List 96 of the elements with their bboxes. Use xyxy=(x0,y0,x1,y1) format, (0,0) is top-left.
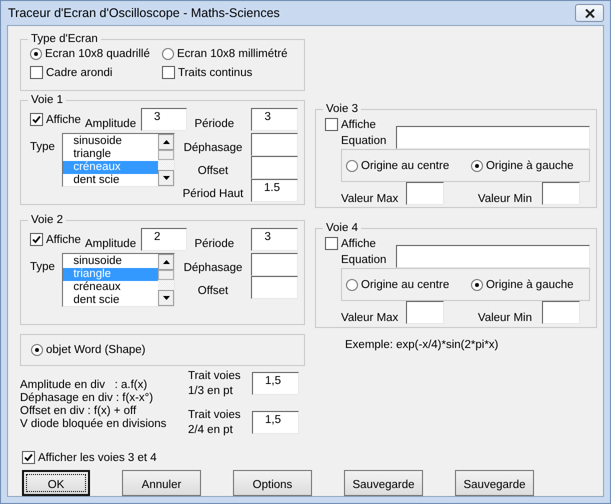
text-field[interactable] xyxy=(251,156,298,179)
field-label: Type xyxy=(30,261,56,273)
field-label: Périod Haut xyxy=(182,188,244,200)
radio-label: Ecran 10x8 millimétré xyxy=(177,48,288,60)
list-item[interactable]: sinusoide xyxy=(63,255,158,268)
help-text: Offset en div : f(x) + off xyxy=(20,405,138,418)
list-item[interactable]: sinusoide xyxy=(63,135,158,148)
checkbox[interactable] xyxy=(22,451,35,464)
scroll-down-icon[interactable] xyxy=(158,170,174,186)
dialog-button[interactable]: Sauvegarde xyxy=(344,470,423,496)
min-field[interactable] xyxy=(542,301,580,324)
scroll-up-icon[interactable] xyxy=(158,134,174,150)
group-title: Voie 2 xyxy=(30,214,64,226)
line-width-field[interactable]: 1,5 xyxy=(252,411,299,434)
help-text: Déphasage en div : f(x-x°) xyxy=(20,392,154,405)
close-icon xyxy=(584,8,594,18)
radio-button[interactable] xyxy=(30,48,42,60)
list-item[interactable]: dent scie xyxy=(63,174,158,187)
group-title: Voie 1 xyxy=(30,94,64,106)
scroll-up-icon[interactable] xyxy=(158,254,174,270)
checkbox[interactable] xyxy=(325,237,338,250)
checkbox[interactable] xyxy=(30,113,43,126)
equation-field[interactable] xyxy=(396,245,590,268)
field-label: Equation xyxy=(340,254,388,266)
radio-button[interactable] xyxy=(346,160,358,172)
type-list[interactable]: sinusoide triangle créneaux dent scie xyxy=(62,253,175,307)
field-label: Type xyxy=(30,141,56,153)
radio-label: Origine au centre xyxy=(361,278,450,290)
field-label: Déphasage xyxy=(182,142,244,154)
text-field[interactable]: 1.5 xyxy=(251,179,298,202)
radio-label: Origine à gauche xyxy=(486,278,574,290)
field-label: Valeur Min xyxy=(476,193,533,205)
field-label: Période xyxy=(194,238,236,250)
scroll-down-icon[interactable] xyxy=(158,290,174,306)
list-item[interactable]: triangle xyxy=(63,148,158,161)
line-width-field[interactable]: 1,5 xyxy=(252,372,299,395)
radio-button[interactable] xyxy=(470,160,483,172)
radio-label: Origine à gauche xyxy=(486,160,574,172)
checkbox-label: Affiche xyxy=(46,114,81,126)
field-label: Offset xyxy=(196,284,230,296)
field-label: Déphasage xyxy=(182,262,244,274)
dialog-button[interactable]: Annuler xyxy=(122,470,201,496)
field-label: Offset xyxy=(196,164,230,176)
radio-label: Origine au centre xyxy=(361,160,450,172)
amplitude-field[interactable]: 2 xyxy=(140,228,188,251)
scroll-thumb[interactable] xyxy=(158,150,174,160)
checkbox-label: Affiche xyxy=(46,234,81,246)
group-title: Type d'Ecran xyxy=(30,33,99,45)
list-item[interactable]: dent scie xyxy=(63,294,158,307)
field-label: Trait voies 2/4 en pt xyxy=(188,408,242,438)
field-label: Amplitude xyxy=(84,118,138,130)
type-list[interactable]: sinusoide triangle créneaux dent scie xyxy=(62,133,175,187)
close-button[interactable] xyxy=(575,4,604,22)
checkbox-label: Afficher les voies 3 et 4 xyxy=(38,452,157,464)
radio-button[interactable] xyxy=(470,278,483,290)
radio-label: objet Word (Shape) xyxy=(46,344,146,356)
field-label: Trait voies 1/3 en pt xyxy=(188,369,242,399)
checkbox[interactable] xyxy=(325,118,338,131)
radio-label: Ecran 10x8 quadrillé xyxy=(45,48,150,60)
field-label: Valeur Max xyxy=(340,312,400,324)
checkbox[interactable] xyxy=(30,233,43,246)
checkbox-label: Cadre arondi xyxy=(46,66,112,78)
help-text: V diode bloquée en divisions xyxy=(20,418,168,431)
radio-button[interactable] xyxy=(162,48,174,60)
amplitude-field[interactable]: 3 xyxy=(140,108,188,131)
help-text: Amplitude en div : a.f(x) xyxy=(20,379,148,392)
checkbox-label: Affiche xyxy=(341,118,376,130)
text-field[interactable] xyxy=(251,253,298,276)
dialog-button[interactable]: OK xyxy=(22,470,90,496)
dialog-button[interactable]: Options xyxy=(233,470,312,496)
example-text: Exemple: exp(-x/4)*sin(2*pi*x) xyxy=(345,339,500,351)
field-label: Valeur Min xyxy=(476,312,533,324)
checkbox-label: Affiche xyxy=(341,238,376,250)
field-label: Equation xyxy=(340,134,388,146)
checkbox[interactable] xyxy=(162,66,175,79)
min-field[interactable] xyxy=(542,182,580,205)
list-item[interactable]: créneaux xyxy=(63,281,158,294)
checkbox-label: Traits continus xyxy=(178,66,252,78)
radio-button[interactable] xyxy=(31,344,43,356)
max-field[interactable] xyxy=(406,182,444,205)
max-field[interactable] xyxy=(406,301,444,324)
equation-field[interactable] xyxy=(396,126,590,149)
group-title: Voie 4 xyxy=(325,222,359,234)
window-title: Traceur d'Ecran d'Oscilloscope - Maths-Sciences xyxy=(8,6,281,20)
field-label: Période xyxy=(194,118,236,130)
period-field[interactable]: 3 xyxy=(251,108,298,131)
radio-button[interactable] xyxy=(346,278,358,290)
dialog-button[interactable]: Sauvegarde xyxy=(455,470,534,496)
text-field[interactable] xyxy=(251,133,298,156)
field-label: Amplitude xyxy=(84,238,138,250)
field-label: Valeur Max xyxy=(340,193,400,205)
checkbox[interactable] xyxy=(30,66,43,79)
scroll-thumb[interactable] xyxy=(158,270,174,280)
text-field[interactable] xyxy=(251,276,298,299)
period-field[interactable]: 3 xyxy=(251,228,298,251)
group-title: Voie 3 xyxy=(325,103,359,115)
